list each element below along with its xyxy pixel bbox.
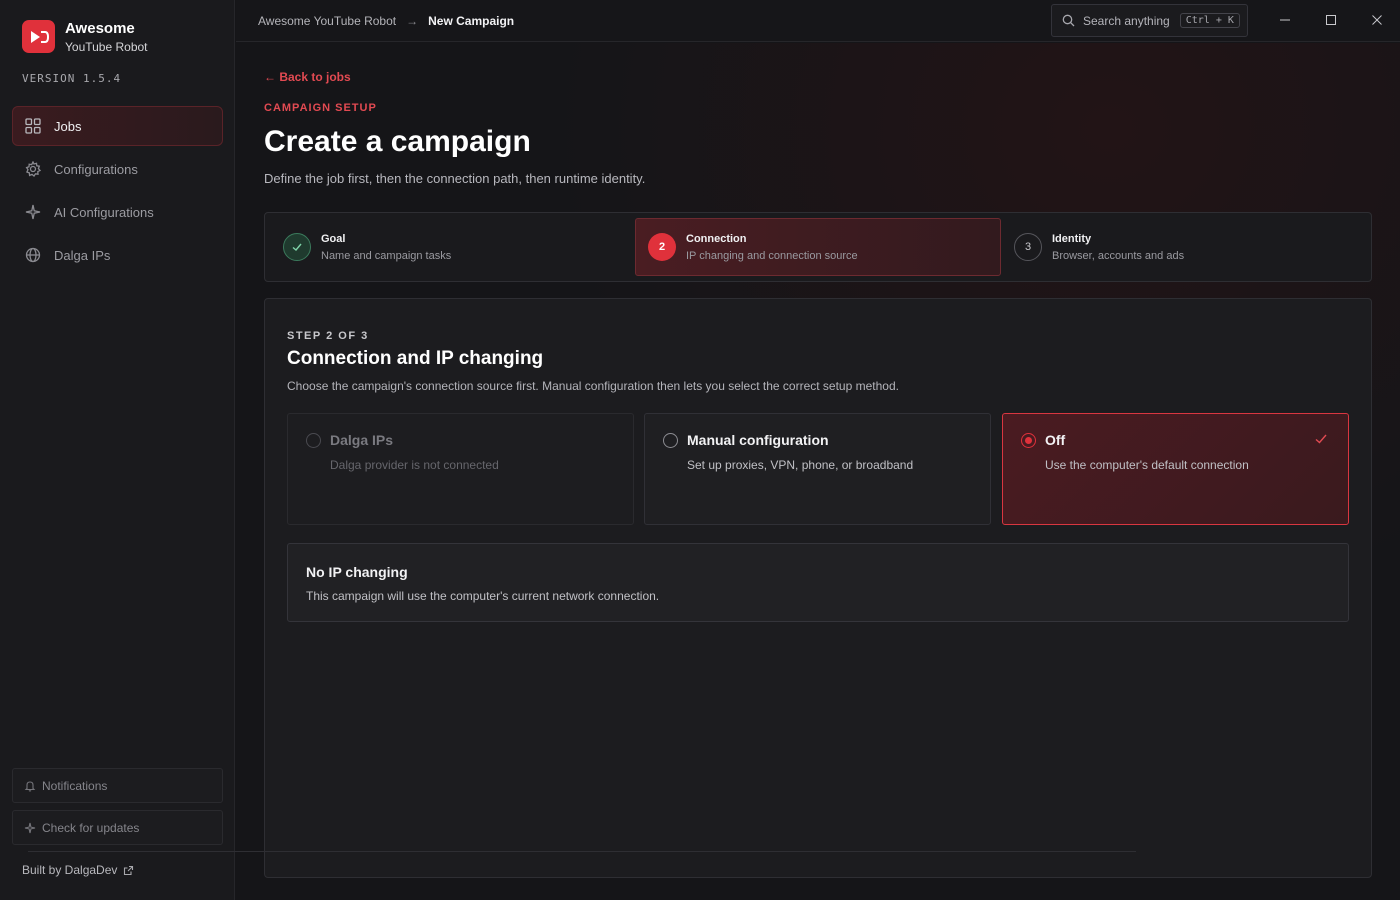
info-title: No IP changing <box>306 564 408 580</box>
top-bar: Awesome YouTube Robot → New Campaign Sea… <box>236 0 1400 42</box>
sidebar-item-ai-configurations[interactable]: AI Configurations <box>12 192 223 232</box>
sidebar-item-label: Configurations <box>54 161 138 177</box>
close-button[interactable] <box>1369 12 1385 28</box>
step-desc: Browser, accounts and ads <box>1052 249 1185 262</box>
built-by-label: Built by DalgaDev <box>22 863 118 877</box>
step-title: Identity <box>1052 232 1092 245</box>
minimize-button[interactable] <box>1277 12 1293 28</box>
close-icon <box>1372 15 1382 25</box>
step-desc: IP changing and connection source <box>686 249 858 262</box>
search-placeholder: Search anything <box>1083 13 1170 28</box>
brand-name: Awesome <box>65 20 135 37</box>
check-icon <box>1315 434 1327 444</box>
sidebar: Awesome YouTube Robot VERSION 1.5.4 Jobs… <box>0 0 235 900</box>
page-subtitle: Define the job first, then the connectio… <box>264 171 646 186</box>
search-input[interactable]: Search anything Ctrl + K <box>1051 4 1248 37</box>
info-desc: This campaign will use the computer's cu… <box>306 589 660 603</box>
sparkle-icon <box>25 204 41 220</box>
breadcrumb-root[interactable]: Awesome YouTube Robot <box>258 14 396 28</box>
option-desc: Set up proxies, VPN, phone, or broadband <box>687 458 914 472</box>
bell-icon <box>24 780 36 792</box>
page-title: Create a campaign <box>264 125 531 158</box>
sidebar-item-label: Jobs <box>54 118 82 134</box>
brand-subtitle: YouTube Robot <box>65 40 148 54</box>
built-by-link[interactable]: Built by DalgaDev <box>22 863 134 877</box>
search-shortcut: Ctrl + K <box>1179 13 1240 28</box>
sidebar-item-label: Dalga IPs <box>54 247 111 263</box>
notifications-label: Notifications <box>42 778 108 793</box>
grid-icon <box>25 118 41 134</box>
option-title: Manual configuration <box>687 432 829 448</box>
sidebar-item-label: AI Configurations <box>54 204 154 220</box>
arrow-right-icon: → <box>406 14 419 28</box>
option-desc: Dalga provider is not connected <box>330 458 499 472</box>
step-desc: Name and campaign tasks <box>321 249 452 262</box>
sidebar-item-jobs[interactable]: Jobs <box>12 106 223 146</box>
globe-icon <box>25 247 41 263</box>
back-to-jobs-link[interactable]: ← Back to jobs <box>264 70 351 84</box>
option-title: Off <box>1045 432 1066 448</box>
option-manual-configuration[interactable]: Manual configuration Set up proxies, VPN… <box>644 413 991 525</box>
step-counter: STEP 2 OF 3 <box>287 330 369 342</box>
step-connection[interactable]: 2 Connection IP changing and connection … <box>635 218 1001 276</box>
breadcrumb: Awesome YouTube Robot → New Campaign <box>258 14 514 28</box>
main-content: ← Back to jobs CAMPAIGN SETUP Create a c… <box>236 43 1400 900</box>
sidebar-nav: Jobs Configurations AI Configurations Da… <box>12 106 223 278</box>
no-ip-changing-info: No IP changing This campaign will use th… <box>287 543 1349 622</box>
option-off[interactable]: Off Use the computer's default connectio… <box>1002 413 1349 525</box>
notifications-button[interactable]: Notifications <box>12 768 223 803</box>
section-eyebrow: CAMPAIGN SETUP <box>264 102 377 114</box>
step-identity[interactable]: 3 Identity Browser, accounts and ads <box>1001 218 1367 276</box>
step-number: 3 <box>1014 233 1042 261</box>
check-updates-button[interactable]: Check for updates <box>12 810 223 845</box>
maximize-button[interactable] <box>1323 12 1339 28</box>
step-goal[interactable]: Goal Name and campaign tasks <box>270 218 636 276</box>
divider <box>28 851 1136 852</box>
brand[interactable]: Awesome YouTube Robot <box>22 20 148 55</box>
breadcrumb-current: New Campaign <box>428 14 515 28</box>
panel-title: Connection and IP changing <box>287 348 544 369</box>
option-dalga-ips: Dalga IPs Dalga provider is not connecte… <box>287 413 634 525</box>
connection-panel: STEP 2 OF 3 Connection and IP changing C… <box>264 298 1372 878</box>
step-number: 2 <box>648 233 676 261</box>
sidebar-item-dalga-ips[interactable]: Dalga IPs <box>12 235 223 275</box>
step-title: Connection <box>686 232 747 245</box>
search-icon <box>1062 14 1075 27</box>
option-desc: Use the computer's default connection <box>1045 458 1249 472</box>
minimize-icon <box>1280 19 1290 21</box>
radio-button[interactable] <box>663 432 678 448</box>
maximize-icon <box>1326 15 1336 25</box>
step-title: Goal <box>321 232 346 245</box>
sparkle-icon <box>24 822 36 833</box>
stepper: Goal Name and campaign tasks 2 Connectio… <box>264 212 1372 282</box>
option-title: Dalga IPs <box>330 432 394 448</box>
check-updates-label: Check for updates <box>42 820 140 835</box>
sidebar-item-configurations[interactable]: Configurations <box>12 149 223 189</box>
radio-button <box>306 432 321 448</box>
panel-description: Choose the campaign's connection source … <box>287 379 899 393</box>
external-link-icon <box>124 865 134 875</box>
version-label: VERSION 1.5.4 <box>22 72 122 85</box>
gear-icon <box>25 161 41 177</box>
youtube-play-icon <box>22 20 55 53</box>
radio-button[interactable] <box>1021 432 1036 448</box>
check-icon <box>283 233 311 261</box>
